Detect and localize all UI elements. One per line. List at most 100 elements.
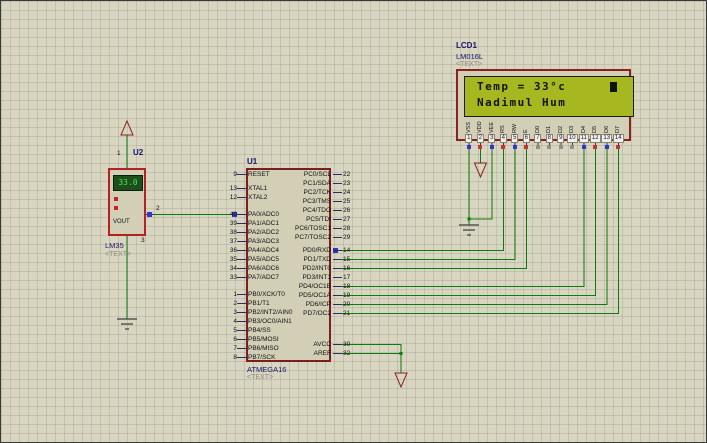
pin-state-indicator [558, 145, 563, 149]
lcd1-text-placeholder: <TEXT> [456, 61, 483, 68]
lcd-pin[interactable]: D2 9 [555, 116, 567, 149]
u1-pin-row[interactable]: AREF 32 [271, 349, 359, 358]
wire[interactable] [340, 149, 596, 296]
ground-terminal[interactable] [117, 318, 137, 330]
u1-pin-row[interactable]: PD0/RXD 14 [271, 246, 359, 255]
pin-number: 5 [233, 327, 237, 334]
pin-name: PB4/SS [248, 327, 271, 334]
lcd-pin[interactable]: VSS 1 [463, 116, 475, 149]
pin-name: D7 [615, 125, 622, 133]
pin-number: 2 [476, 134, 484, 143]
pin-state-indicator [501, 145, 506, 149]
u1-pin-row[interactable]: 13 XTAL1 [221, 184, 268, 193]
pin-number: 18 [343, 283, 351, 290]
pin-number: 1 [465, 134, 473, 143]
pin-stub [333, 304, 342, 305]
lcd-pin[interactable]: RS 4 [498, 116, 510, 149]
u1-pin-row[interactable]: PD4/OC1B 18 [271, 282, 359, 291]
pin-number: 30 [343, 341, 351, 348]
pin-stub [237, 197, 246, 198]
pin-name: PC7/TOSC2 [294, 234, 331, 241]
u2-part-value[interactable]: LM35 [105, 241, 124, 250]
u1-part-value[interactable]: ATMEGA16 [247, 365, 286, 374]
sensor-increase-button[interactable] [114, 197, 118, 201]
u1-pin-row[interactable]: PC0/SCL 22 [271, 170, 359, 179]
u1-pin-row[interactable]: PD2/INT0 16 [271, 264, 359, 273]
lcd-pin[interactable]: VEE 3 [486, 116, 498, 149]
pin-number: 3 [233, 309, 237, 316]
schematic-canvas[interactable]: 1 U2 33.0 VOUT 2 3 LM35 <TEXT> U1 9 RESE… [0, 0, 707, 443]
u1-reference[interactable]: U1 [247, 157, 257, 166]
lcd-pin[interactable]: VDD 2 [475, 116, 487, 149]
u1-pin-row[interactable]: PD3/INT1 17 [271, 273, 359, 282]
pin-name: PD6/ICP [305, 301, 331, 308]
pin-name: RESET [248, 171, 270, 178]
lcd-pin[interactable]: D3 10 [566, 116, 579, 149]
wire[interactable] [340, 149, 504, 251]
u1-pin-row[interactable]: PC2/TCK 24 [271, 188, 359, 197]
lcd-pin[interactable]: E 6 [521, 116, 533, 149]
pin-state-indicator [466, 145, 471, 149]
pin-number: 21 [343, 310, 351, 317]
wire[interactable] [340, 149, 608, 305]
u1-text-placeholder: <TEXT> [247, 374, 274, 381]
pin-name: VSS [465, 121, 472, 133]
power-terminal-up-arrow[interactable] [120, 119, 134, 136]
lcd-pin[interactable]: D4 11 [578, 116, 590, 149]
u1-pin-row[interactable]: PC6/TOSC1 28 [271, 224, 359, 233]
u1-pin-row[interactable]: PC3/TMS 25 [271, 197, 359, 206]
pin-stub [333, 250, 342, 251]
pin-stub [333, 313, 342, 314]
u1-pin-row[interactable]: 12 XTAL2 [221, 193, 268, 202]
pin-name: PB3/OC0/AIN1 [248, 318, 292, 325]
wire[interactable] [340, 149, 516, 260]
lcd1-part-value[interactable]: LM016L [456, 52, 483, 61]
lcd-pin[interactable]: D7 14 [612, 116, 625, 149]
lm35-sensor-body[interactable]: 33.0 VOUT [108, 168, 146, 236]
u1-pin-row[interactable]: 4 PB3/OC0/AIN1 [221, 317, 292, 326]
power-terminal-down-arrow[interactable] [394, 372, 408, 389]
sensor-readout-display: 33.0 [113, 175, 143, 191]
u1-pin-row[interactable]: PD1/TXD 15 [271, 255, 359, 264]
pin-stub [333, 192, 342, 193]
u1-pin-row[interactable]: PC1/SDA 23 [271, 179, 359, 188]
pin-stub [237, 188, 246, 189]
u2-text-placeholder: <TEXT> [105, 251, 132, 258]
wire[interactable] [340, 149, 585, 287]
u1-pin-row[interactable]: PD5/OC1A 19 [271, 291, 359, 300]
u1-pin-row[interactable]: 9 RESET [221, 170, 270, 179]
pin-state-indicator [547, 145, 552, 149]
pin-state-indicator [616, 145, 621, 149]
pin-name: D5 [592, 125, 599, 133]
lcd1-reference[interactable]: LCD1 [456, 41, 477, 50]
lcd-pin[interactable]: D0 7 [532, 116, 544, 149]
lcd-line2: Nadimul Hum [477, 96, 567, 109]
lcd-pin[interactable]: D6 13 [601, 116, 613, 149]
pin-number: 1 [233, 291, 237, 298]
pin-stub [333, 277, 342, 278]
ground-terminal[interactable] [459, 224, 479, 236]
u1-pin-row[interactable]: PC5/TDI 27 [271, 215, 359, 224]
pin-number: 24 [343, 189, 351, 196]
pin-number: 9 [557, 134, 565, 143]
u1-pin-row[interactable]: PD6/ICP 20 [271, 300, 359, 309]
u1-pin-row[interactable]: PD7/OC2 21 [271, 309, 359, 318]
u1-pin-row[interactable]: 5 PB4/SS [221, 326, 292, 335]
pin-number: 5 [511, 134, 519, 143]
u1-pin-row[interactable]: PC7/TOSC2 29 [271, 233, 359, 242]
pin-stub [237, 268, 246, 269]
u1-pin-row[interactable]: AVCC 30 [271, 340, 359, 349]
pin-stub [333, 259, 342, 260]
power-terminal-down-arrow[interactable] [473, 162, 488, 179]
u2-pin2-number: 2 [156, 205, 160, 212]
u1-pin-row[interactable]: PC4/TDO 26 [271, 206, 359, 215]
sensor-decrease-button[interactable] [114, 206, 118, 210]
lcd-pin[interactable]: D5 12 [589, 116, 602, 149]
u2-reference[interactable]: U2 [133, 148, 143, 157]
pin-name: XTAL2 [248, 194, 268, 201]
lcd-pin[interactable]: D1 8 [544, 116, 556, 149]
pin-name: VDD [477, 121, 484, 133]
pin-name: D1 [546, 125, 553, 133]
pin-number: 29 [343, 234, 351, 241]
lcd-pin[interactable]: RW 5 [509, 116, 521, 149]
